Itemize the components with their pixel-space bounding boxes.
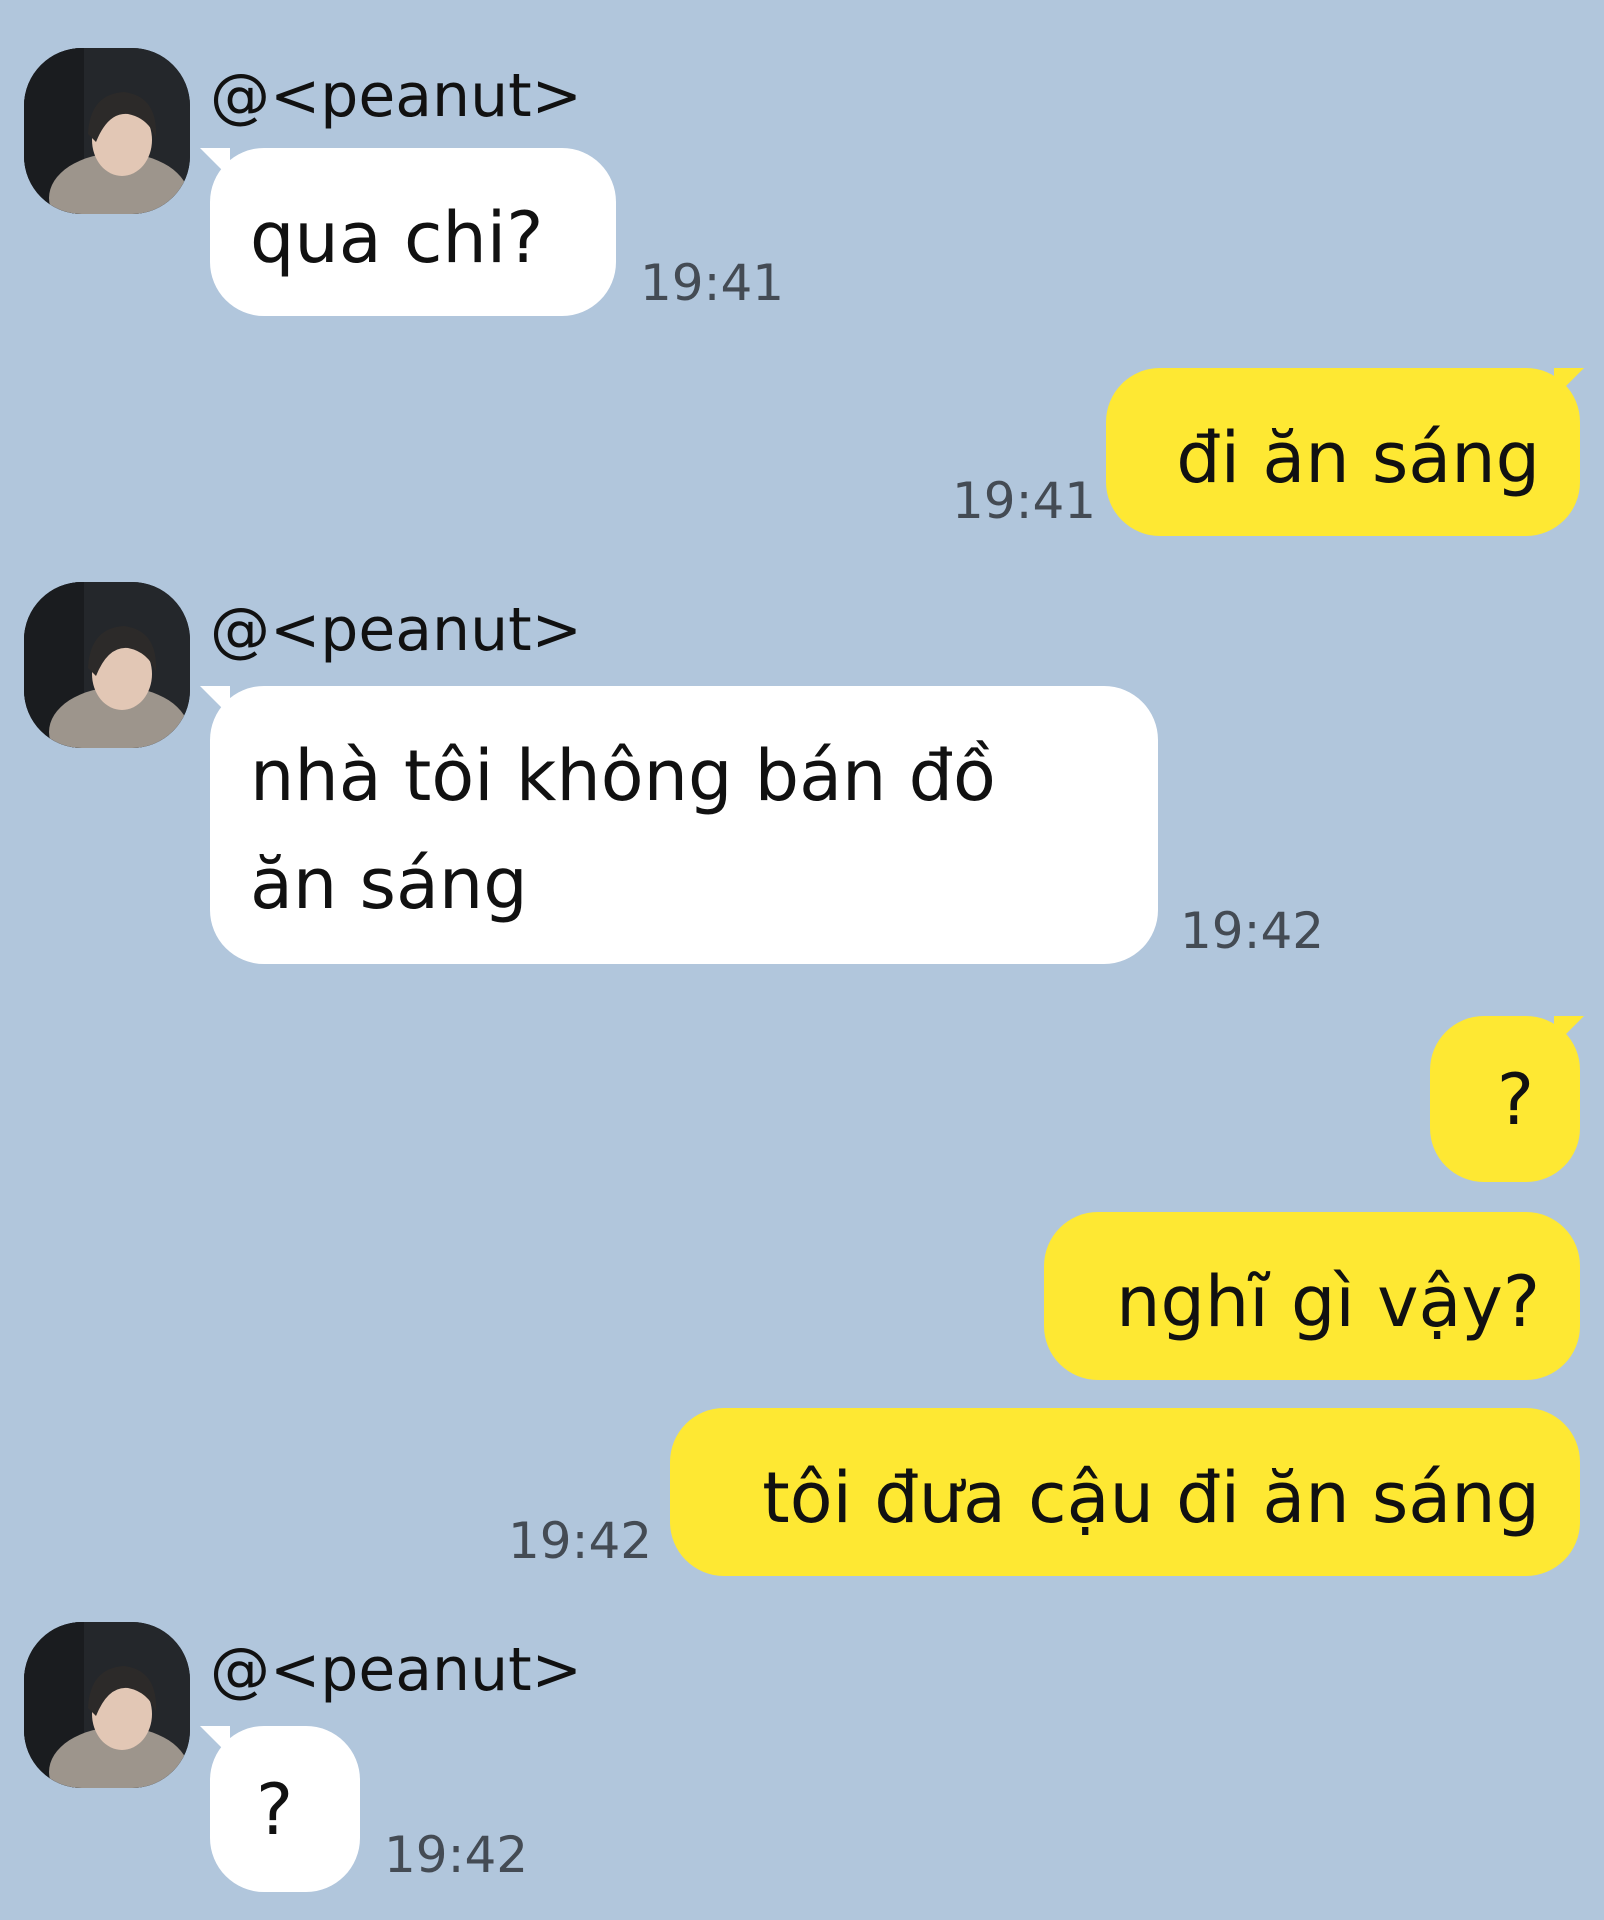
message-bubble-outgoing[interactable]: đi ăn sáng bbox=[1106, 368, 1580, 536]
message-bubble-outgoing[interactable]: ? bbox=[1430, 1016, 1580, 1182]
avatar[interactable] bbox=[24, 582, 190, 748]
sender-name: @<peanut> bbox=[210, 1635, 582, 1705]
sender-name: @<peanut> bbox=[210, 595, 582, 665]
chat-thread: @<peanut> qua chi? 19:41 19:41 đi ăn sán… bbox=[0, 0, 1604, 1920]
message-bubble-outgoing[interactable]: nghĩ gì vậy? bbox=[1044, 1212, 1580, 1380]
message-timestamp: 19:42 bbox=[508, 1512, 653, 1570]
message-bubble-incoming[interactable]: nhà tôi không bán đồ ăn sáng bbox=[210, 686, 1158, 964]
message-bubble-incoming[interactable]: qua chi? bbox=[210, 148, 616, 316]
message-timestamp: 19:42 bbox=[384, 1826, 529, 1884]
avatar[interactable] bbox=[24, 1622, 190, 1788]
message-timestamp: 19:41 bbox=[952, 472, 1097, 530]
avatar[interactable] bbox=[24, 48, 190, 214]
message-bubble-incoming[interactable]: ? bbox=[210, 1726, 360, 1892]
message-bubble-outgoing[interactable]: tôi đưa cậu đi ăn sáng bbox=[670, 1408, 1580, 1576]
message-timestamp: 19:41 bbox=[640, 254, 785, 312]
sender-name: @<peanut> bbox=[210, 61, 582, 131]
message-timestamp: 19:42 bbox=[1180, 902, 1325, 960]
